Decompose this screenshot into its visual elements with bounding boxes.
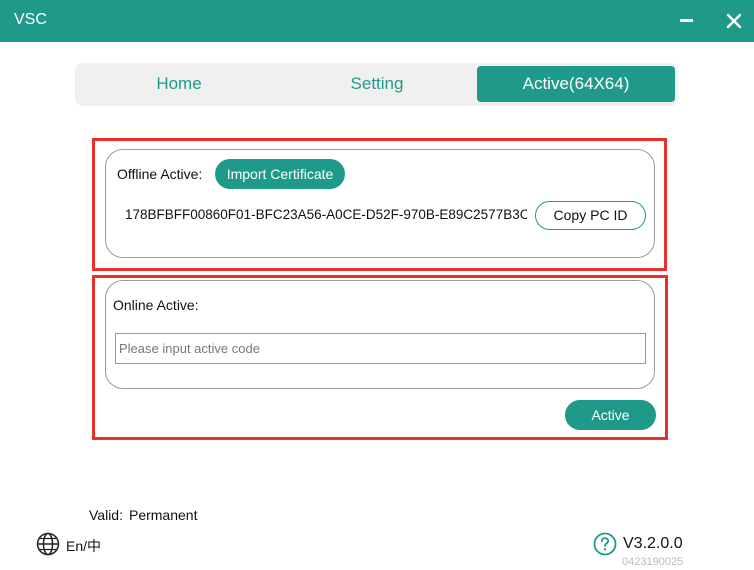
help-icon[interactable] bbox=[593, 532, 617, 556]
validity-status: Valid: Permanent bbox=[89, 507, 197, 523]
minimize-icon bbox=[680, 19, 693, 22]
tab-bar: Home Setting Active(64X64) bbox=[75, 63, 678, 106]
valid-value: Permanent bbox=[128, 507, 198, 523]
globe-icon bbox=[36, 532, 60, 556]
tab-active[interactable]: Active(64X64) bbox=[477, 66, 675, 102]
offline-active-label: Offline Active: bbox=[117, 166, 203, 182]
close-icon bbox=[726, 13, 742, 29]
title-bar: VSC bbox=[0, 0, 754, 42]
copy-pc-id-button[interactable]: Copy PC ID bbox=[535, 201, 646, 230]
minimize-button[interactable] bbox=[666, 0, 706, 42]
app-title: VSC bbox=[14, 11, 47, 28]
build-number: 0423190025 bbox=[622, 556, 684, 568]
pc-id-text: 178BFBFF00860F01-BFC23A56-A0CE-D52F-970B… bbox=[125, 207, 527, 222]
language-label: En/中 bbox=[66, 538, 102, 554]
close-button[interactable] bbox=[714, 0, 754, 42]
tab-home[interactable]: Home bbox=[80, 66, 278, 102]
active-code-input[interactable] bbox=[115, 333, 646, 364]
online-active-label: Online Active: bbox=[113, 297, 199, 313]
version-label: V3.2.0.0 bbox=[623, 535, 683, 552]
tab-setting[interactable]: Setting bbox=[278, 66, 476, 102]
active-button[interactable]: Active bbox=[565, 400, 656, 430]
import-certificate-button[interactable]: Import Certificate bbox=[215, 159, 345, 189]
valid-label: Valid: bbox=[89, 507, 123, 523]
